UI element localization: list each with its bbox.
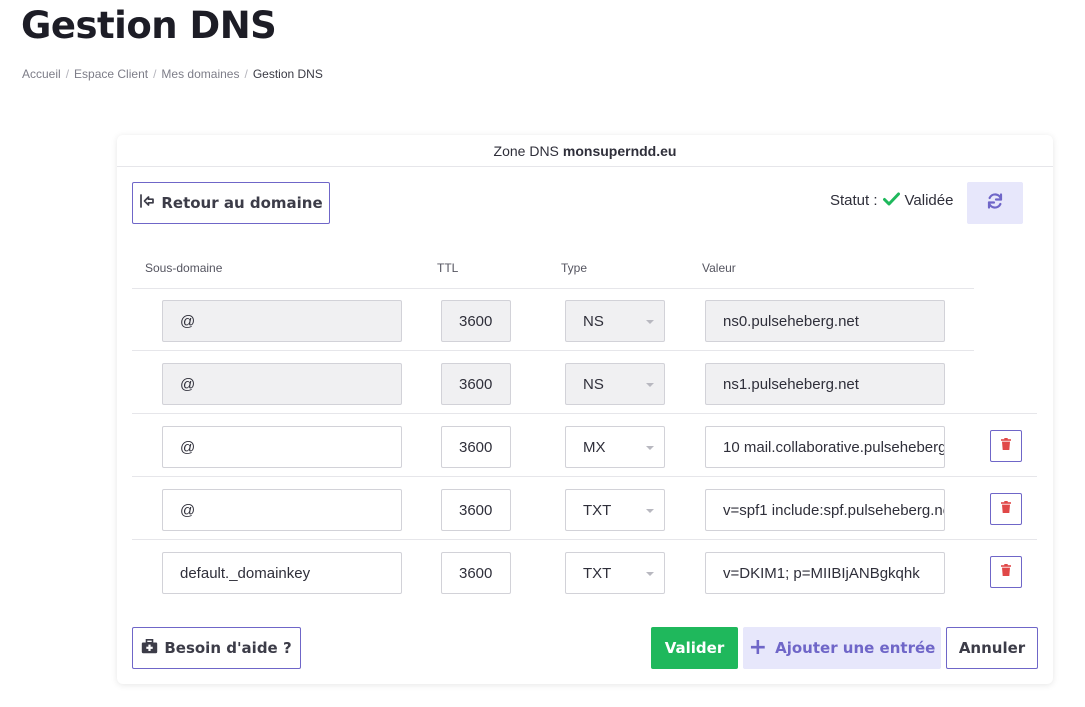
row-divider	[132, 539, 1037, 540]
help-button[interactable]: Besoin d'aide ?	[132, 627, 301, 669]
type-select[interactable]: TXT	[565, 552, 665, 594]
validate-button[interactable]: Valider	[651, 627, 738, 669]
dns-zone-card: Zone DNS monsuperndd.eu Retour au domain…	[117, 135, 1053, 684]
ttl-input[interactable]: 3600	[441, 426, 511, 468]
chevron-down-icon	[646, 383, 654, 387]
help-label: Besoin d'aide ?	[164, 639, 292, 657]
refresh-status-button[interactable]	[967, 182, 1023, 224]
type-select[interactable]: MX	[565, 426, 665, 468]
type-select[interactable]: TXT	[565, 489, 665, 531]
row-divider	[132, 350, 974, 351]
row-divider	[132, 413, 1037, 414]
value-input[interactable]: v=spf1 include:spf.pulseheberg.net	[705, 489, 945, 531]
check-icon	[882, 190, 900, 211]
delete-record-button[interactable]	[990, 493, 1022, 525]
chevron-down-icon	[646, 446, 654, 450]
breadcrumb-separator: /	[244, 67, 248, 81]
zone-label: Zone DNS	[493, 142, 559, 159]
breadcrumb-client-space[interactable]: Espace Client	[74, 67, 148, 81]
column-header-ttl: TTL	[437, 261, 459, 275]
trash-icon	[1001, 563, 1011, 581]
value-input[interactable]: 10 mail.collaborative.pulseheberg.net	[705, 426, 945, 468]
delete-record-button[interactable]	[990, 430, 1022, 462]
breadcrumb-separator: /	[65, 67, 70, 81]
status-value: Validée	[904, 192, 954, 209]
status-label: Statut :	[830, 192, 878, 209]
type-select-value: TXT	[583, 501, 612, 519]
subdomain-input[interactable]: @	[162, 489, 402, 531]
breadcrumb-separator: /	[153, 67, 157, 81]
column-header-type: Type	[561, 261, 588, 275]
value-input[interactable]: v=DKIM1; p=MIIBIjANBgkqhk	[705, 552, 945, 594]
page-title: Gestion DNS	[21, 4, 277, 47]
type-select-value: MX	[583, 438, 606, 456]
breadcrumb-current: Gestion DNS	[252, 67, 323, 81]
back-to-domain-label: Retour au domaine	[161, 194, 323, 212]
subdomain-field: @	[162, 363, 402, 405]
subdomain-input[interactable]: @	[162, 426, 402, 468]
table-row: @ 3600 NS ns1.pulseheberg.net	[132, 352, 1037, 414]
column-header-subdomain: Sous-domaine	[145, 261, 223, 275]
ttl-field: 3600	[441, 300, 511, 342]
chevron-down-icon	[646, 320, 654, 324]
chevron-down-icon	[646, 572, 654, 576]
add-entry-button[interactable]: + Ajouter une entrée	[743, 627, 941, 669]
table-row: @ 3600 TXT v=spf1 include:spf.pulseheber…	[132, 478, 1037, 540]
type-select-value: NS	[583, 312, 604, 330]
type-select-value: TXT	[583, 564, 612, 582]
plus-icon: +	[748, 635, 768, 660]
table-row: @ 3600 NS ns0.pulseheberg.net	[132, 289, 1037, 351]
zone-domain: monsuperndd.eu	[562, 142, 677, 159]
table-row: @ 3600 MX 10 mail.collaborative.pulseheb…	[132, 415, 1037, 477]
add-entry-label: Ajouter une entrée	[775, 639, 936, 657]
column-header-value: Valeur	[702, 261, 736, 275]
type-select: NS	[565, 363, 665, 405]
subdomain-field: @	[162, 300, 402, 342]
delete-record-button[interactable]	[990, 556, 1022, 588]
trash-icon	[1001, 500, 1011, 518]
table-row: default._domainkey 3600 TXT v=DKIM1; p=M…	[132, 541, 1037, 603]
type-select-value: NS	[583, 375, 604, 393]
zone-status: Statut : Validée	[830, 190, 953, 211]
ttl-input[interactable]: 3600	[441, 489, 511, 531]
chevron-down-icon	[646, 509, 654, 513]
sync-icon	[986, 192, 1004, 215]
value-field: ns1.pulseheberg.net	[705, 363, 945, 405]
trash-icon	[1001, 437, 1011, 455]
ttl-input[interactable]: 3600	[441, 552, 511, 594]
first-aid-kit-icon	[141, 638, 158, 658]
cancel-button[interactable]: Annuler	[946, 627, 1038, 669]
breadcrumb: Accueil / Espace Client / Mes domaines /…	[22, 67, 323, 81]
back-to-domain-button[interactable]: Retour au domaine	[132, 182, 330, 224]
row-divider	[132, 476, 1037, 477]
ttl-field: 3600	[441, 363, 511, 405]
type-select: NS	[565, 300, 665, 342]
breadcrumb-my-domains[interactable]: Mes domaines	[161, 67, 239, 81]
arrow-left-from-bracket-icon	[139, 193, 155, 213]
card-header: Zone DNS monsuperndd.eu	[117, 135, 1053, 167]
value-field: ns0.pulseheberg.net	[705, 300, 945, 342]
subdomain-input[interactable]: default._domainkey	[162, 552, 402, 594]
breadcrumb-home[interactable]: Accueil	[22, 67, 61, 81]
